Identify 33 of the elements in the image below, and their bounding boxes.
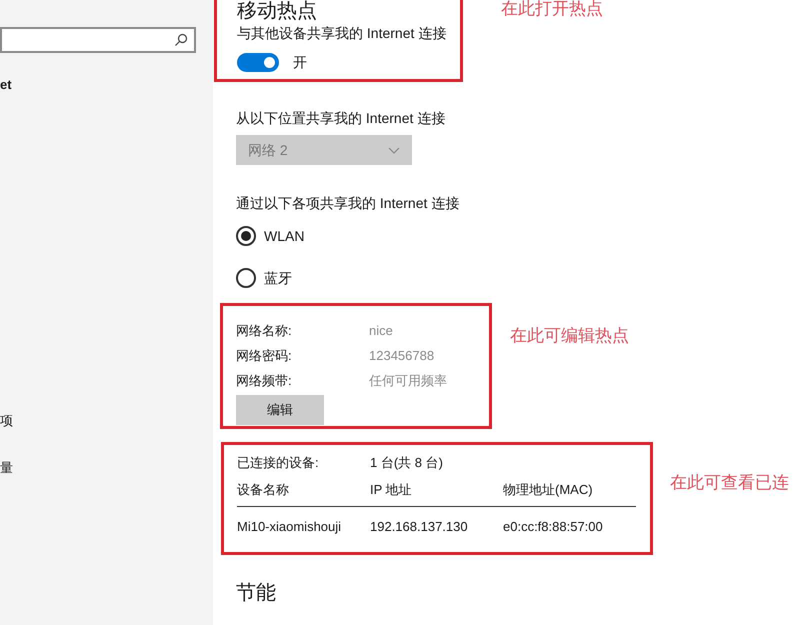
chevron-down-icon [388, 146, 400, 154]
section-title: 节能 [236, 581, 277, 605]
annotation-text: 在此打开热点 [501, 0, 603, 18]
radio-option[interactable]: 蓝牙 [236, 268, 292, 288]
share-from-label: 从以下位置共享我的 Internet 连接 [236, 109, 446, 127]
share-label: 与其他设备共享我的 Internet 连接 [237, 24, 448, 42]
table-cell-text: e0:cc:f8:88:57:00 [503, 518, 603, 536]
column-header: 设备名称 [237, 480, 290, 499]
property-value: nice [369, 322, 393, 340]
property-value: 123456788 [369, 346, 434, 365]
page-title: 移动热点 [237, 0, 318, 22]
search-field[interactable] [0, 27, 196, 53]
sidebar-item[interactable]: 项 [0, 413, 13, 429]
connected-devices-label: 已连接的设备: [237, 454, 320, 472]
toggle-label: 开 [293, 53, 307, 72]
property-value: 任何可用频率 [369, 372, 447, 390]
share-over-label: 通过以下各项共享我的 Internet 连接 [236, 194, 460, 212]
radio-option[interactable]: WLAN [236, 226, 304, 246]
annotation-text: 在此可编辑热点 [510, 325, 629, 347]
toggle-switch[interactable] [237, 53, 279, 72]
sidebar-heading: et [0, 77, 13, 93]
column-header: 物理地址(MAC) [503, 480, 593, 499]
table-cell-text: Mi10-xiaomishouji [237, 518, 342, 536]
annotation-text: 在此可查看已连 [670, 472, 789, 494]
property-label: 网络频带: [236, 372, 293, 390]
sidebar-item[interactable]: 量 [0, 460, 13, 476]
search-icon [174, 33, 188, 47]
column-header: IP 地址 [370, 480, 413, 499]
table-cell-text: 192.168.137.130 [370, 518, 469, 536]
connected-count: 1 台(共 8 台) [370, 454, 443, 472]
property-label: 网络名称: [236, 322, 293, 340]
edit-button[interactable]: 编辑 [236, 395, 324, 425]
property-label: 网络密码: [236, 346, 293, 365]
